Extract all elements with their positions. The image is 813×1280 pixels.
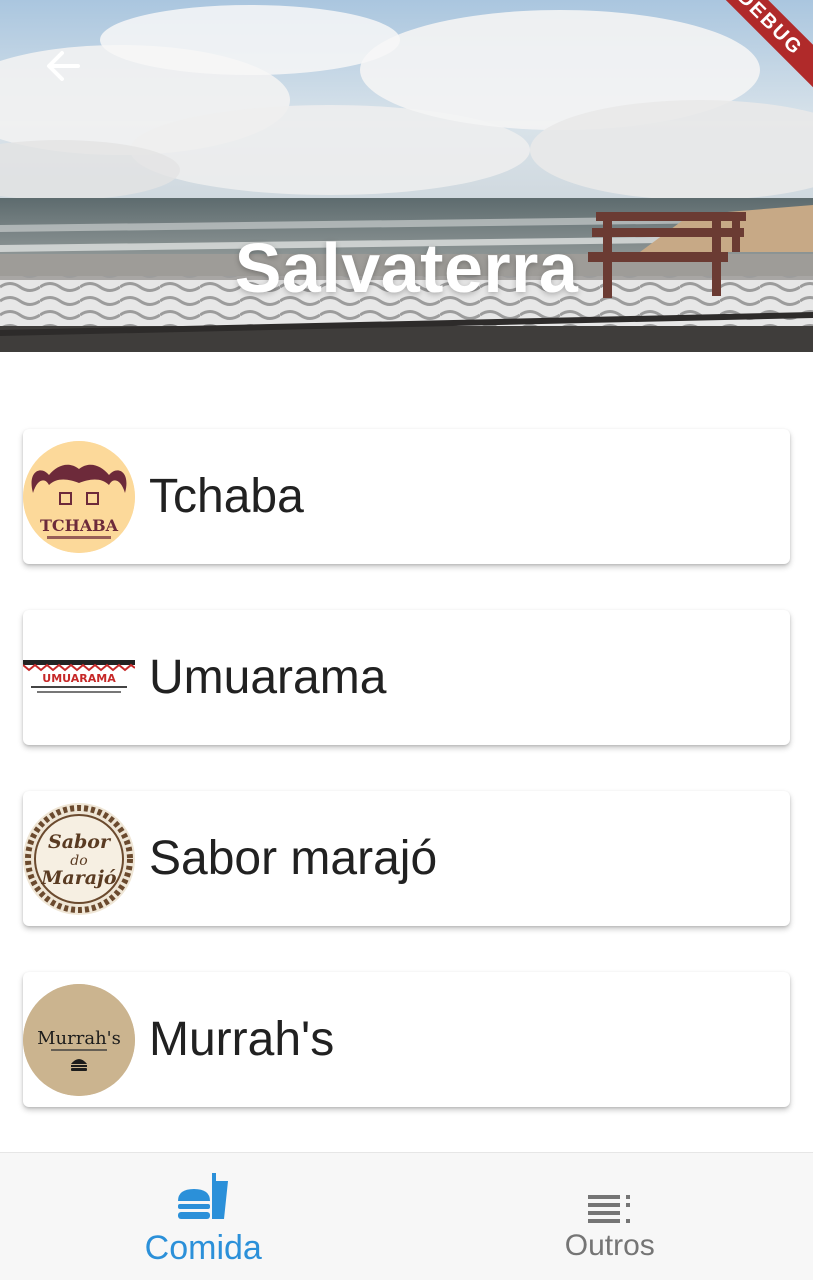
umuarama-logo-icon: UMUARAMA bbox=[23, 659, 135, 693]
restaurant-logo: TCHABA bbox=[23, 440, 135, 553]
restaurant-name: Umuarama bbox=[149, 651, 387, 704]
svg-text:UMUARAMA: UMUARAMA bbox=[42, 672, 116, 685]
list-icon bbox=[587, 1179, 632, 1223]
murrahs-logo-icon: Murrah's bbox=[23, 983, 135, 1096]
nav-item-comida[interactable]: Comida bbox=[0, 1153, 407, 1280]
svg-text:Marajó: Marajó bbox=[40, 867, 117, 889]
restaurant-logo: Sabor do Marajó bbox=[23, 802, 135, 915]
restaurant-logo: UMUARAMA bbox=[23, 621, 135, 734]
restaurant-name: Tchaba bbox=[149, 470, 304, 523]
restaurant-card-sabor-marajo[interactable]: Sabor do Marajó Sabor marajó bbox=[23, 791, 790, 926]
nav-label-comida: Comida bbox=[144, 1229, 262, 1267]
restaurant-card-tchaba[interactable]: TCHABA Tchaba bbox=[23, 429, 790, 564]
nav-item-outros[interactable]: Outros bbox=[407, 1153, 813, 1280]
bottom-navigation-bar: Comida Outros bbox=[0, 1152, 813, 1280]
restaurant-list: TCHABA Tchaba UMUARAMA Umuarama Sabor do… bbox=[23, 429, 790, 1153]
arrow-back-icon bbox=[47, 51, 80, 81]
fastfood-icon bbox=[176, 1171, 230, 1223]
header-banner: Salvaterra DEBUG bbox=[0, 0, 813, 352]
restaurant-card-murrahs[interactable]: Murrah's Murrah's bbox=[23, 972, 790, 1107]
app-screen: Salvaterra DEBUG TCHABA Tchaba UMUARAMA … bbox=[0, 0, 813, 1280]
tchaba-logo-icon: TCHABA bbox=[23, 440, 135, 553]
restaurant-name: Sabor marajó bbox=[149, 832, 438, 885]
restaurant-name: Murrah's bbox=[149, 1013, 335, 1066]
restaurant-card-umuarama[interactable]: UMUARAMA Umuarama bbox=[23, 610, 790, 745]
svg-text:Sabor: Sabor bbox=[48, 831, 112, 853]
nav-label-outros: Outros bbox=[564, 1229, 655, 1262]
back-button[interactable] bbox=[32, 38, 92, 94]
restaurant-logo: Murrah's bbox=[23, 983, 135, 1096]
svg-text:TCHABA: TCHABA bbox=[40, 516, 119, 535]
sabor-marajo-logo-icon: Sabor do Marajó bbox=[24, 803, 134, 914]
page-title: Salvaterra bbox=[234, 229, 579, 307]
svg-text:Murrah's: Murrah's bbox=[37, 1028, 121, 1049]
